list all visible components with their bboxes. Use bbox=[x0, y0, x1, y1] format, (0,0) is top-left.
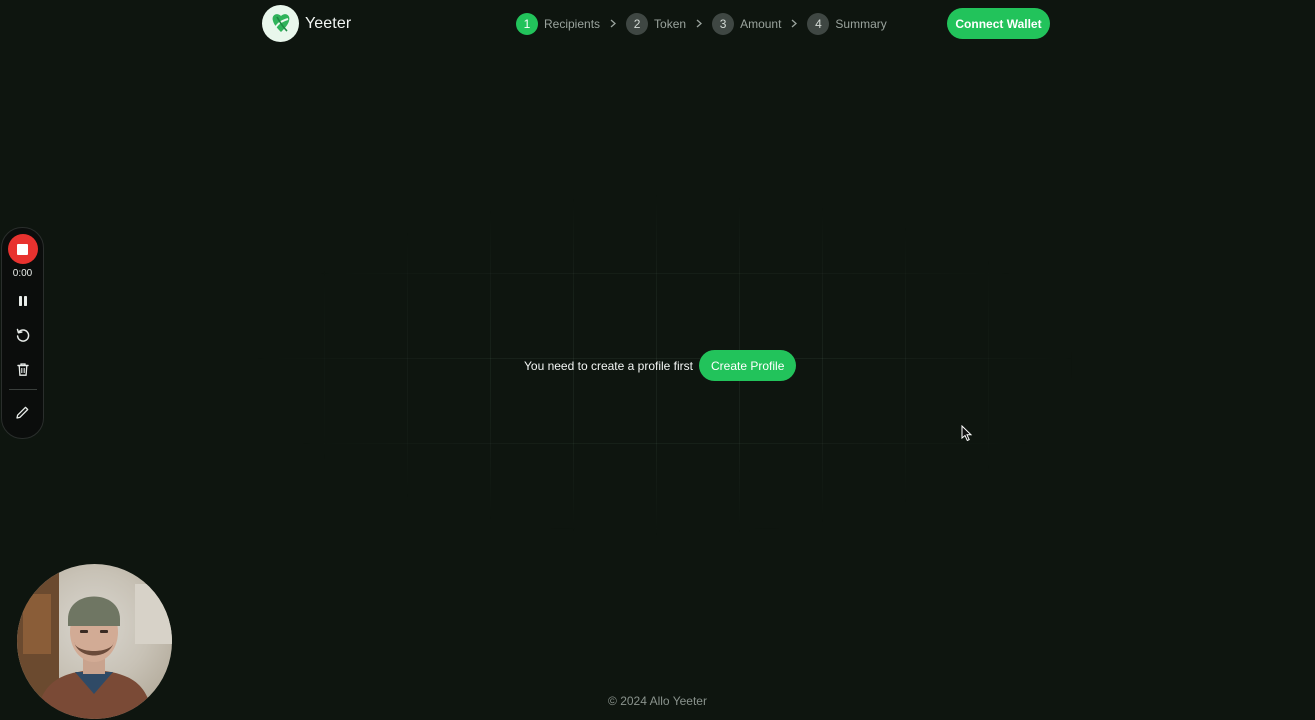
restart-button[interactable] bbox=[11, 323, 35, 347]
pencil-icon bbox=[16, 406, 29, 419]
restart-icon bbox=[16, 328, 29, 342]
step-label: Recipients bbox=[544, 16, 601, 31]
yeeter-logo bbox=[262, 5, 299, 42]
screen-recorder-toolbar: 0:00 bbox=[1, 227, 44, 439]
stepper: 1 Recipients 2 Token 3 Amount 4 Summary bbox=[516, 12, 887, 35]
delete-button[interactable] bbox=[11, 357, 35, 381]
brand[interactable]: Yeeter bbox=[262, 5, 351, 42]
create-profile-button[interactable]: Create Profile bbox=[699, 350, 797, 381]
step-number: 4 bbox=[807, 12, 830, 35]
pause-icon bbox=[18, 296, 27, 306]
step-token[interactable]: 2 Token bbox=[626, 12, 687, 35]
footer-copyright: © 2024 Allo Yeeter bbox=[608, 694, 707, 708]
step-number: 3 bbox=[712, 12, 735, 35]
profile-required-notice: You need to create a profile first Creat… bbox=[524, 350, 797, 381]
step-summary[interactable]: 4 Summary bbox=[807, 12, 887, 35]
brand-name: Yeeter bbox=[305, 14, 352, 32]
page: Yeeter 1 Recipients 2 Token 3 Amount 4 S… bbox=[0, 0, 1315, 720]
stop-recording-button[interactable] bbox=[7, 234, 38, 264]
step-label: Amount bbox=[740, 16, 782, 31]
connect-wallet-button[interactable]: Connect Wallet bbox=[947, 8, 1050, 39]
draw-button[interactable] bbox=[11, 400, 35, 424]
chevron-right-icon bbox=[786, 19, 802, 28]
toolbar-divider bbox=[8, 389, 37, 390]
chevron-right-icon bbox=[691, 19, 707, 28]
step-label: Token bbox=[654, 16, 687, 31]
stop-icon bbox=[17, 243, 28, 255]
step-number: 1 bbox=[516, 12, 538, 35]
pause-button[interactable] bbox=[11, 289, 35, 313]
step-number: 2 bbox=[626, 12, 649, 35]
chevron-right-icon bbox=[605, 19, 621, 28]
profile-required-message: You need to create a profile first bbox=[524, 358, 693, 373]
step-recipients[interactable]: 1 Recipients bbox=[516, 12, 601, 35]
top-navbar: Yeeter 1 Recipients 2 Token 3 Amount 4 S… bbox=[0, 0, 1315, 48]
step-amount[interactable]: 3 Amount bbox=[712, 12, 782, 35]
mouse-cursor-icon bbox=[961, 424, 973, 447]
step-label: Summary bbox=[835, 16, 887, 31]
recording-timer: 0:00 bbox=[12, 268, 33, 279]
trash-icon bbox=[16, 362, 29, 376]
